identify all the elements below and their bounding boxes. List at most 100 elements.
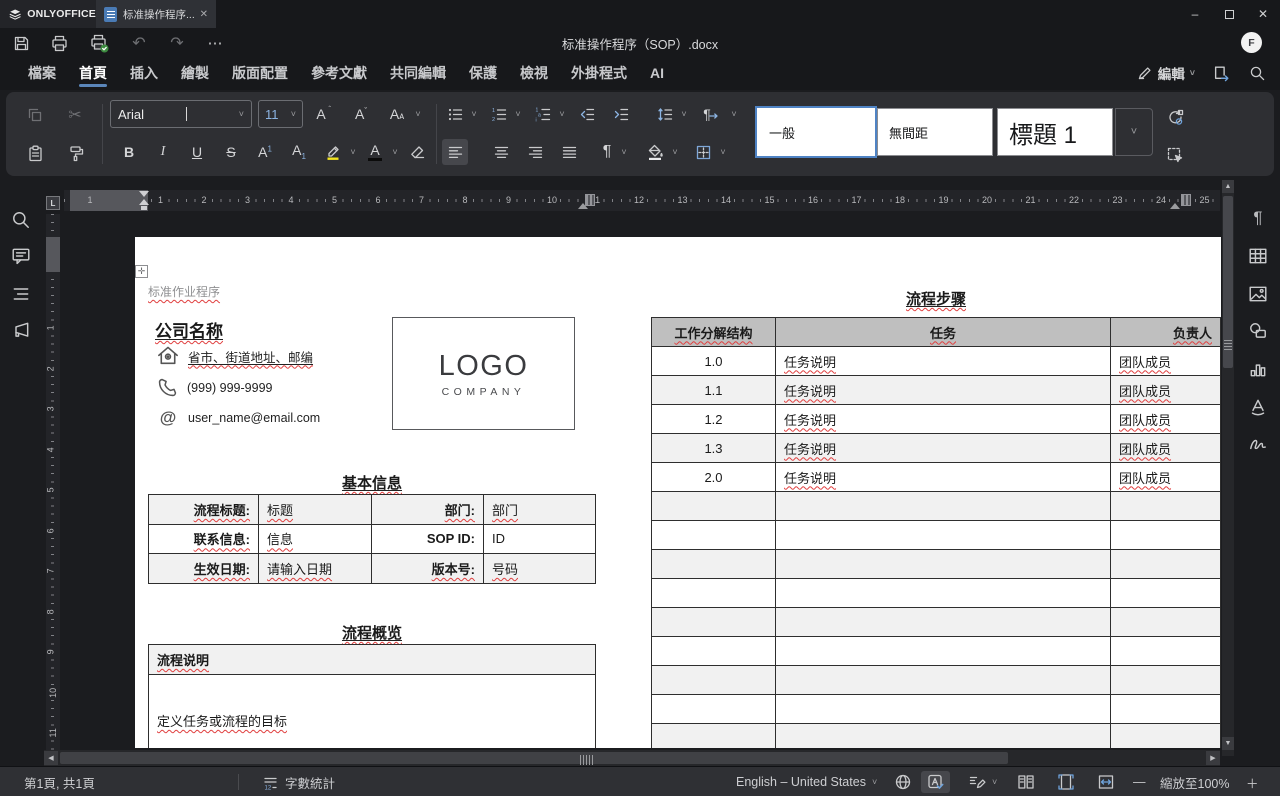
subscript-button[interactable]: A1: [286, 139, 312, 165]
two-page-view-button[interactable]: [1017, 767, 1035, 796]
info-label-cell[interactable]: 版本号:: [372, 554, 484, 584]
shading-chevron[interactable]: ˅: [669, 139, 681, 165]
spell-check-toggle[interactable]: [921, 771, 950, 793]
multilevel-list-button[interactable]: 1ai: [530, 101, 556, 127]
steps-empty-cell[interactable]: [776, 579, 1111, 608]
logo-placeholder[interactable]: LOGO COMPANY: [392, 317, 575, 430]
clear-formatting-button[interactable]: [404, 139, 430, 165]
info-value-cell[interactable]: 号码: [484, 554, 596, 584]
fit-page-button[interactable]: [1057, 767, 1075, 796]
vertical-scrollbar[interactable]: ▲ ▼: [1222, 180, 1234, 756]
table-column-marker[interactable]: [1181, 194, 1191, 206]
show-paragraph-marks-button[interactable]: ¶: [594, 139, 620, 165]
left-indent-marker[interactable]: [141, 206, 147, 210]
align-right-button[interactable]: [522, 139, 548, 165]
steps-cell[interactable]: 2.0: [652, 463, 776, 492]
numbered-list-button[interactable]: 12: [486, 101, 512, 127]
superscript-button[interactable]: A1: [252, 139, 278, 165]
copy-button[interactable]: [22, 102, 48, 128]
steps-empty-cell[interactable]: [652, 521, 776, 550]
navigation-headings-button[interactable]: [11, 284, 31, 304]
feedback-button[interactable]: [11, 320, 31, 340]
font-size-select[interactable]: 11 ˅: [258, 100, 303, 128]
horizontal-scrollbar-thumb[interactable]: [60, 752, 1008, 765]
info-value-cell[interactable]: ID: [484, 524, 596, 554]
steps-empty-cell[interactable]: [776, 724, 1111, 748]
bold-button[interactable]: B: [116, 139, 142, 165]
tab-stop-selector[interactable]: L: [46, 196, 60, 210]
save-button[interactable]: [10, 32, 32, 54]
steps-empty-cell[interactable]: [652, 579, 776, 608]
steps-header-cell[interactable]: 工作分解结构: [652, 318, 776, 347]
line-spacing-button[interactable]: [652, 101, 678, 127]
steps-cell[interactable]: 团队成员: [1111, 434, 1221, 463]
steps-empty-cell[interactable]: [1111, 608, 1221, 637]
undo-button[interactable]: ↶: [128, 32, 150, 54]
customize-quick-access-button[interactable]: ⋯: [204, 32, 226, 54]
search-icon[interactable]: [1249, 65, 1266, 82]
justify-button[interactable]: [556, 139, 582, 165]
menu-tab-檔案[interactable]: 檔案: [28, 56, 56, 90]
first-line-indent-marker[interactable]: [139, 191, 149, 197]
steps-empty-cell[interactable]: [1111, 724, 1221, 748]
quick-print-button[interactable]: [88, 32, 110, 54]
info-label-cell[interactable]: 部门:: [372, 495, 484, 525]
steps-empty-cell[interactable]: [776, 521, 1111, 550]
steps-cell[interactable]: 团队成员: [1111, 405, 1221, 434]
print-button[interactable]: [48, 32, 70, 54]
increase-font-button[interactable]: A＾: [312, 101, 338, 127]
zoom-level[interactable]: 縮放至100%: [1160, 767, 1229, 796]
document-tab[interactable]: 标准操作程序... ✕: [96, 0, 216, 28]
multilevel-list-chevron[interactable]: ˅: [556, 101, 568, 127]
steps-empty-cell[interactable]: [776, 637, 1111, 666]
bullet-list-button[interactable]: [442, 101, 468, 127]
info-value-cell[interactable]: 标题: [259, 495, 372, 525]
scrollbar-grip[interactable]: [1224, 340, 1232, 350]
horizontal-ruler[interactable]: 1 1 2 3 4 5 6 7 8 9 10 11 12 13 14 15 16 17 18 19 20 21 22 23 24…: [64, 190, 1220, 211]
style-一般[interactable]: 一般: [755, 106, 877, 158]
steps-empty-cell[interactable]: [652, 492, 776, 521]
zoom-out-button[interactable]: —: [1133, 767, 1146, 796]
menu-tab-AI[interactable]: AI: [650, 56, 664, 90]
fit-width-button[interactable]: [1097, 767, 1115, 796]
paragraph-settings-button[interactable]: ¶: [1248, 208, 1268, 228]
scroll-down-button[interactable]: ▼: [1222, 737, 1234, 750]
horizontal-scrollbar[interactable]: ◀ ▶: [44, 750, 1220, 766]
strikethrough-button[interactable]: S: [218, 139, 244, 165]
steps-empty-cell[interactable]: [652, 550, 776, 579]
decrease-font-button[interactable]: Aˇ: [348, 101, 374, 127]
table-move-handle[interactable]: ✛: [135, 265, 148, 278]
steps-header-cell[interactable]: 负责人: [1111, 318, 1221, 347]
avatar[interactable]: F: [1241, 32, 1262, 53]
align-left-button[interactable]: [442, 139, 468, 165]
style-無間距[interactable]: 無間距: [877, 108, 993, 156]
steps-cell[interactable]: 任务说明: [776, 405, 1111, 434]
maximize-button[interactable]: [1212, 0, 1246, 28]
scroll-right-button[interactable]: ▶: [1206, 751, 1220, 765]
steps-cell[interactable]: 任务说明: [776, 434, 1111, 463]
set-language-button[interactable]: [894, 767, 912, 796]
paragraph-direction-chevron[interactable]: ˅: [728, 101, 740, 127]
font-color-chevron[interactable]: ˅: [389, 139, 401, 165]
borders-button[interactable]: [690, 139, 716, 165]
steps-empty-cell[interactable]: [1111, 695, 1221, 724]
info-value-cell[interactable]: 信息: [259, 524, 372, 554]
find-button[interactable]: [11, 210, 31, 230]
steps-header-cell[interactable]: 任务: [776, 318, 1111, 347]
font-name-select[interactable]: Arial ˅: [110, 100, 252, 128]
image-settings-button[interactable]: [1248, 284, 1268, 304]
underline-button[interactable]: U: [184, 139, 210, 165]
steps-cell[interactable]: 团队成员: [1111, 347, 1221, 376]
vertical-ruler[interactable]: 1 2 3 4 5 6 7 8 9 10 11: [46, 214, 60, 756]
scroll-up-button[interactable]: ▲: [1222, 180, 1234, 193]
info-label-cell[interactable]: SOP ID:: [372, 524, 484, 554]
align-center-button[interactable]: [488, 139, 514, 165]
steps-cell[interactable]: 团队成员: [1111, 376, 1221, 405]
steps-empty-cell[interactable]: [776, 550, 1111, 579]
highlight-color-button[interactable]: [320, 139, 346, 165]
comments-button[interactable]: [11, 246, 31, 266]
info-value-cell[interactable]: 部门: [484, 495, 596, 525]
change-case-chevron[interactable]: ˅: [412, 101, 424, 127]
steps-empty-cell[interactable]: [1111, 550, 1221, 579]
highlight-color-chevron[interactable]: ˅: [347, 139, 359, 165]
